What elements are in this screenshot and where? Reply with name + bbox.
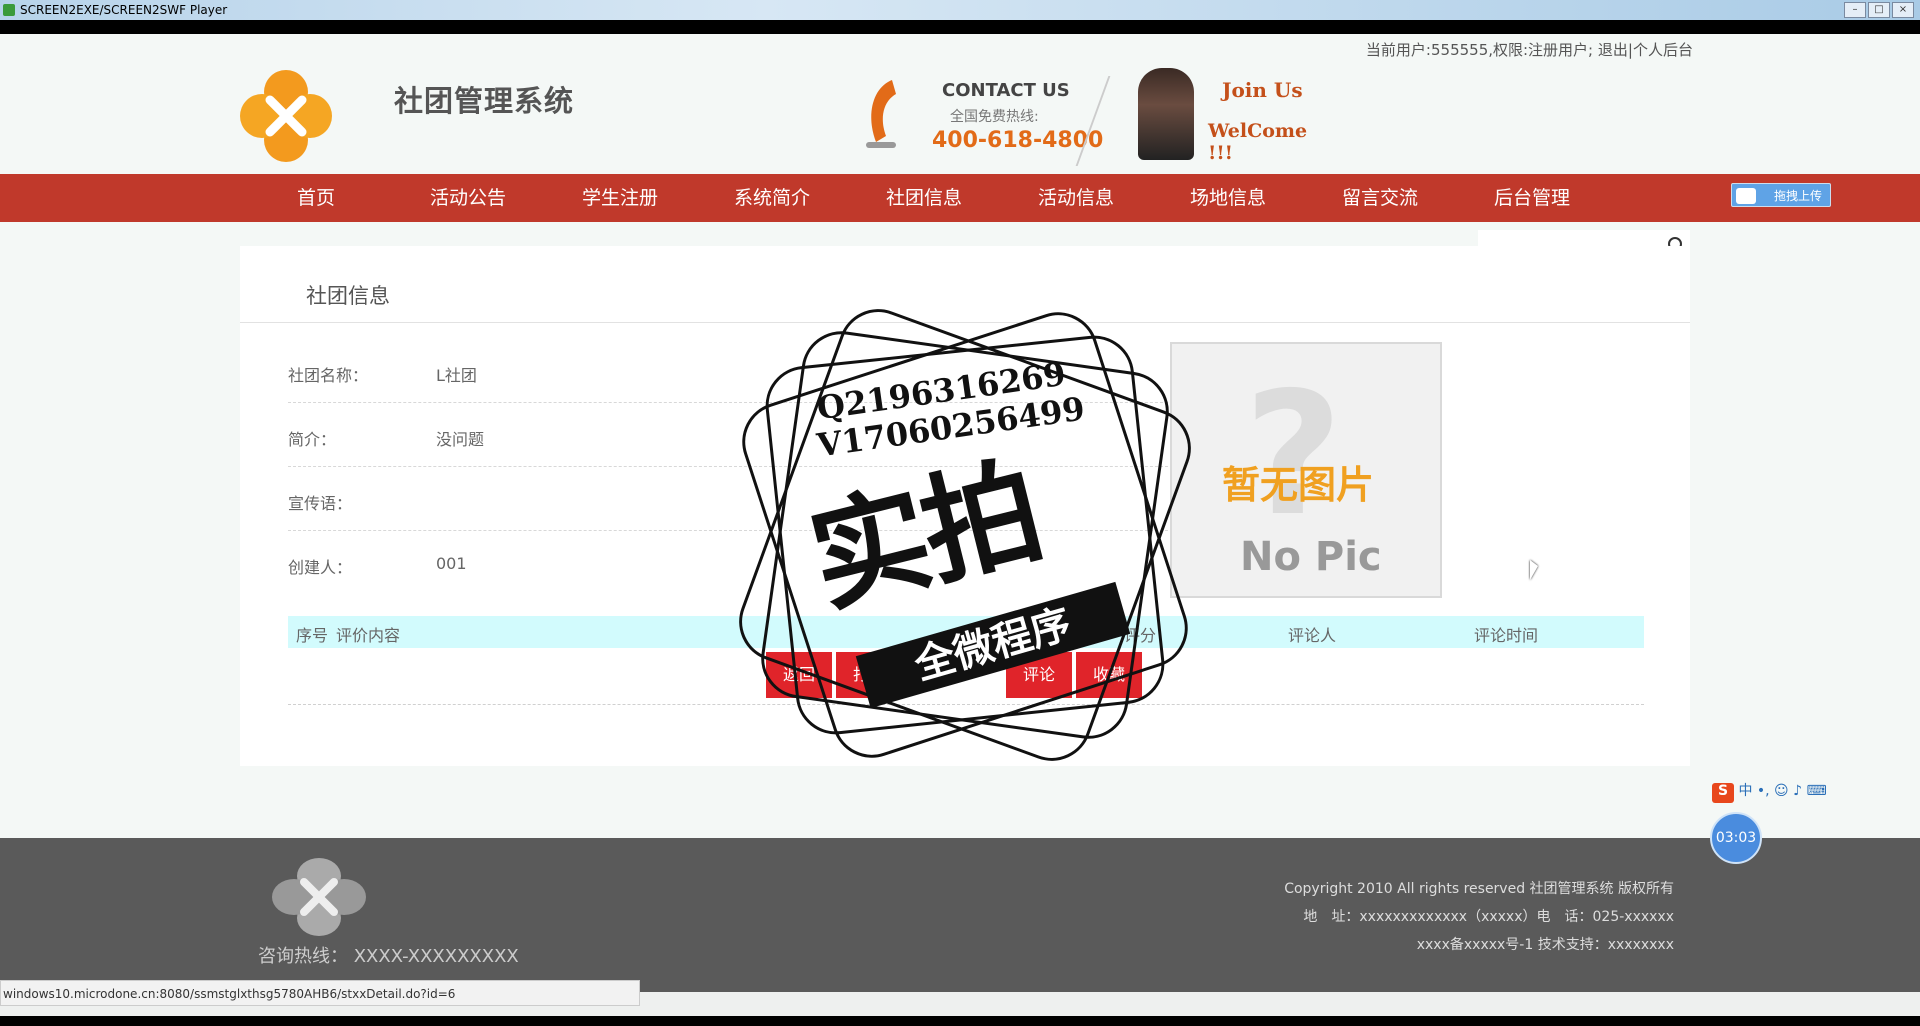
join-us-text: Join Us xyxy=(1222,78,1303,102)
site-title: 社团管理系统 xyxy=(394,84,575,118)
sogou-icon: S xyxy=(1712,783,1734,803)
nav-announcements[interactable]: 活动公告 xyxy=(392,174,544,222)
app-icon xyxy=(3,4,15,16)
col-index: 序号 xyxy=(296,626,329,645)
field-value: 没问题 xyxy=(436,430,485,449)
footer-copyright: Copyright 2010 All rights reserved 社团管理系… xyxy=(1284,881,1674,897)
user-info: 当前用户:555555,权限:注册用户; xyxy=(1365,41,1594,59)
field-label: 社团名称： xyxy=(288,366,369,385)
nav-club-info[interactable]: 社团信息 xyxy=(848,174,1000,222)
nav-admin[interactable]: 后台管理 xyxy=(1456,174,1608,222)
letterbox-bottom xyxy=(0,1016,1920,1026)
window-titlebar: SCREEN2EXE/SCREEN2SWF Player – □ × xyxy=(0,0,1920,20)
nav-activity-info[interactable]: 活动信息 xyxy=(1000,174,1152,222)
window-title: SCREEN2EXE/SCREEN2SWF Player xyxy=(20,3,228,17)
col-reviewer: 评论人 xyxy=(1288,626,1337,645)
footer-icp: xxxx备xxxxx号-1 技术支持：xxxxxxxx xyxy=(1416,937,1674,953)
nav-student-register[interactable]: 学生注册 xyxy=(544,174,696,222)
contact-banner: CONTACT US 全国免费热线: 400-618-4800 Join Us … xyxy=(862,68,1322,188)
drag-upload-button[interactable]: 拖拽上传 xyxy=(1731,183,1831,207)
maximize-button[interactable]: □ xyxy=(1868,2,1890,18)
personal-admin-link[interactable]: 个人后台 xyxy=(1633,41,1693,59)
window-controls: – □ × xyxy=(1844,2,1914,18)
footer-logo xyxy=(272,858,366,936)
site-logo xyxy=(240,70,332,162)
no-image-text: 暂无图片 xyxy=(1222,463,1375,507)
col-time: 评论时间 xyxy=(1474,626,1539,645)
logout-link[interactable]: 退出 xyxy=(1598,41,1628,59)
hotline-number: 400-618-4800 xyxy=(932,128,1104,153)
field-value: 001 xyxy=(436,554,467,573)
hotline-label: 全国免费热线: xyxy=(950,109,1039,125)
footer-address: 地 址：xxxxxxxxxxxxx（xxxxx）电 话：025-xxxxxx xyxy=(1303,909,1674,925)
nav-venue-info[interactable]: 场地信息 xyxy=(1152,174,1304,222)
welcome-photo xyxy=(1138,68,1194,160)
minimize-button[interactable]: – xyxy=(1844,2,1866,18)
field-label: 创建人： xyxy=(288,558,353,577)
upload-label: 拖拽上传 xyxy=(1773,189,1822,203)
welcome-text: WelCome !!! xyxy=(1208,120,1308,164)
col-content: 评价内容 xyxy=(336,626,401,645)
close-button[interactable]: × xyxy=(1892,2,1914,18)
ime-toolbar[interactable]: S 中 •, ☺ ♪ ⌨ xyxy=(1712,780,1920,803)
field-label: 宣传语： xyxy=(288,494,353,513)
main-nav: 首页 活动公告 学生注册 系统简介 社团信息 活动信息 场地信息 留言交流 后台… xyxy=(0,174,1920,222)
contact-us-title: CONTACT US xyxy=(942,80,1070,101)
nav-home[interactable]: 首页 xyxy=(240,174,392,222)
watermark-stamp: Q2196316269 V17060256499 实拍 全微程序 xyxy=(727,297,1203,773)
status-bar-url: windows10.microdone.cn:8080/ssmstglxthsg… xyxy=(0,980,640,1006)
club-image-placeholder: ? 暂无图片 No Pic xyxy=(1170,342,1442,598)
mouse-cursor-icon xyxy=(1530,560,1538,580)
page-title: 社团信息 xyxy=(306,284,390,308)
site-footer: 咨询热线： XXXX-XXXXXXXXX Copyright 2010 All … xyxy=(0,838,1920,992)
phone-icon xyxy=(866,80,896,148)
cloud-icon xyxy=(1736,188,1756,204)
nav-system-intro[interactable]: 系统简介 xyxy=(696,174,848,222)
recording-timer: 03:03 xyxy=(1710,812,1762,864)
field-label: 简介： xyxy=(288,430,337,449)
nav-messages[interactable]: 留言交流 xyxy=(1304,174,1456,222)
footer-hotline: 咨询热线： XXXX-XXXXXXXXX xyxy=(258,946,519,967)
user-bar: 当前用户:555555,权限:注册用户; 退出|个人后台 xyxy=(1366,39,1693,60)
no-pic-text: No Pic xyxy=(1240,534,1382,580)
field-value: L社团 xyxy=(436,366,477,385)
ime-status: 中 •, ☺ ♪ ⌨ xyxy=(1738,783,1827,799)
letterbox-top xyxy=(0,20,1920,34)
